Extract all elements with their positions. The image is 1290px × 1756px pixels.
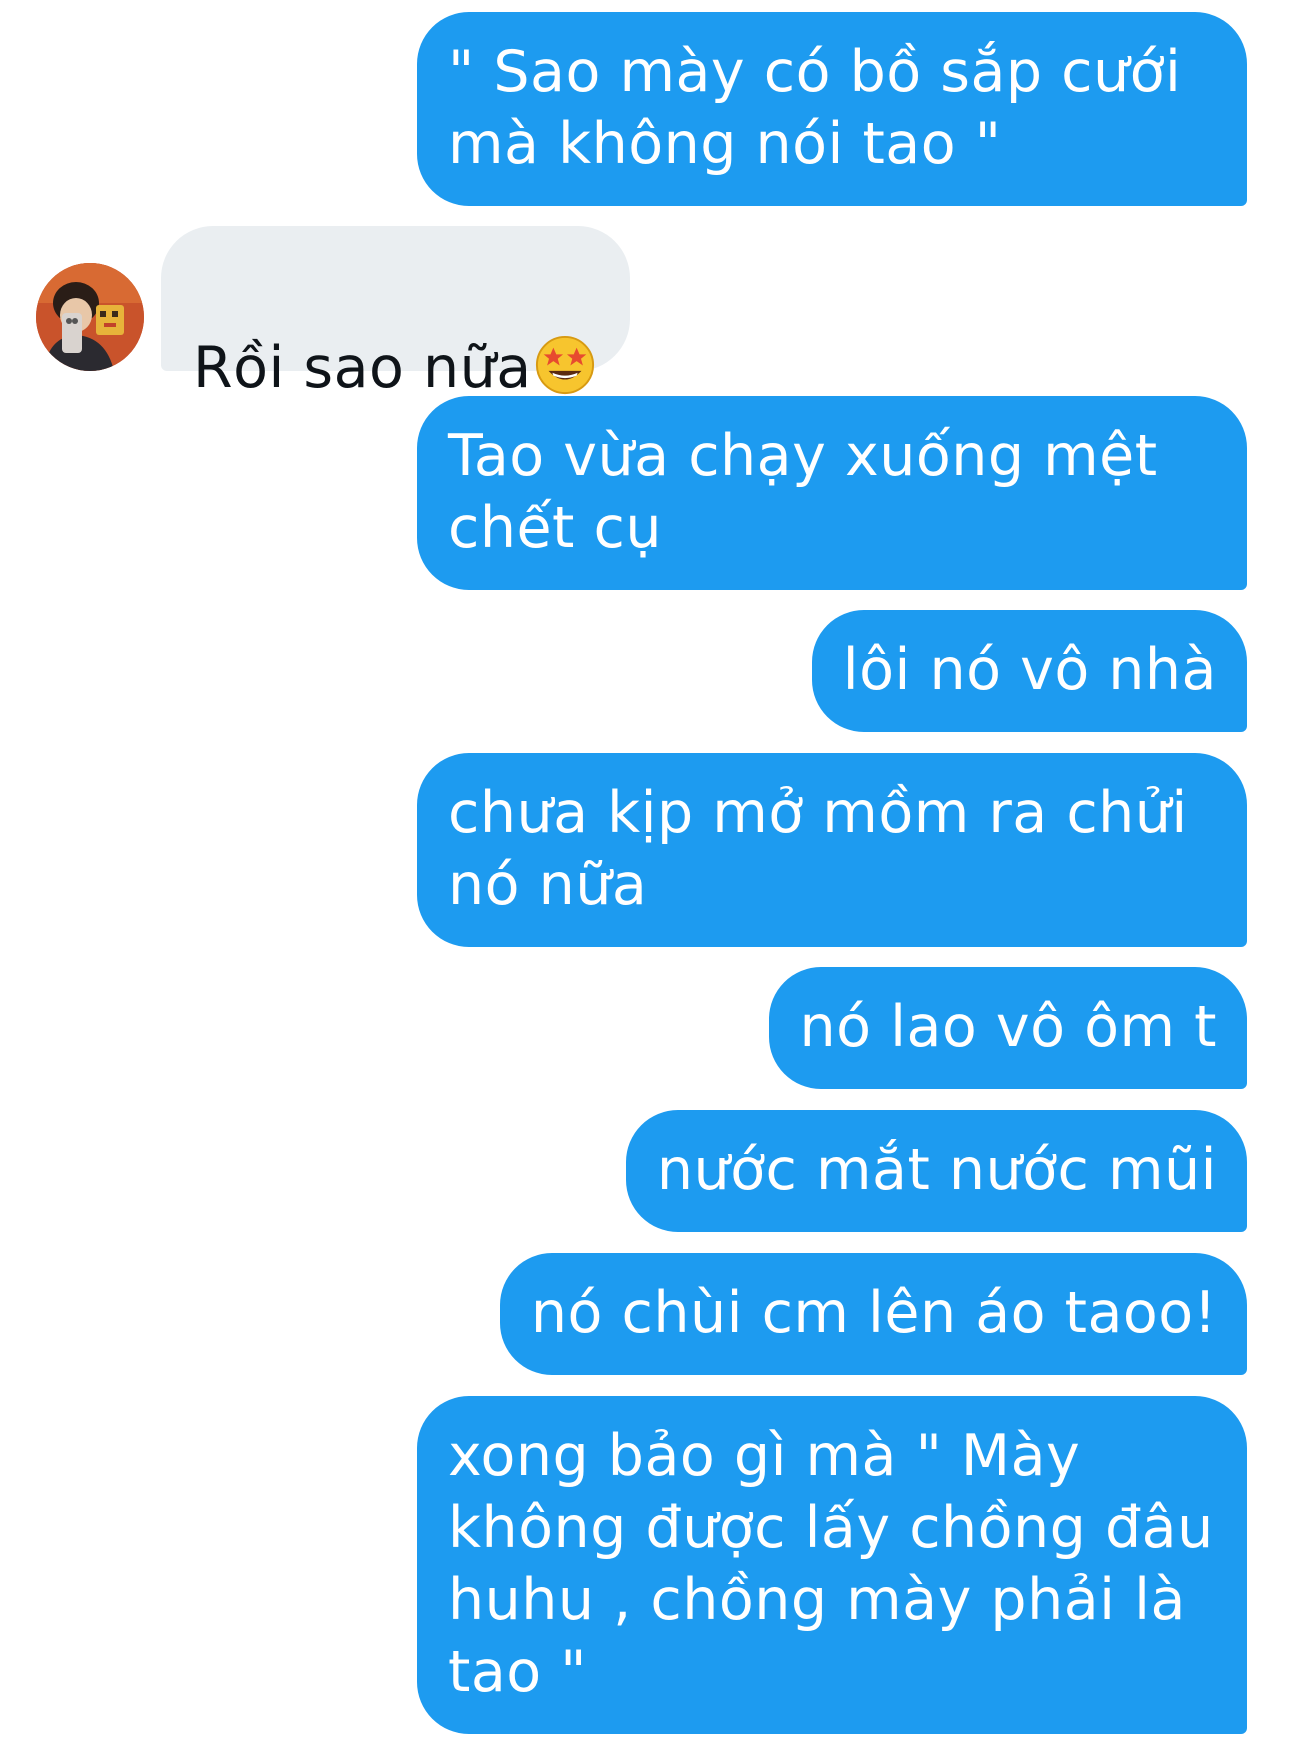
message-bubble-outgoing[interactable]: xong bảo gì mà " Mày không được lấy chồn…	[417, 1396, 1247, 1734]
avatar[interactable]	[36, 263, 144, 371]
star-struck-emoji-icon	[535, 335, 594, 395]
message-bubble-outgoing[interactable]: Tao vừa chạy xuống mệt chết cụ	[417, 396, 1247, 590]
message-bubble-outgoing[interactable]: nó chùi cm lên áo taoo!	[499, 1253, 1247, 1375]
message-bubble-outgoing[interactable]: nước mắt nước mũi	[625, 1110, 1247, 1232]
message-bubble-outgoing[interactable]: " Sao mày có bồ sắp cưới mà không nói ta…	[417, 12, 1247, 206]
message-bubble-incoming[interactable]: Rồi sao nữa	[161, 226, 630, 401]
message-bubble-outgoing[interactable]: lôi nó vô nhà	[811, 610, 1247, 732]
avatar-photo	[36, 263, 144, 371]
message-bubble-outgoing[interactable]: nó lao vô ôm t	[768, 967, 1247, 1089]
message-bubble-outgoing[interactable]: chưa kịp mở mồm ra chửi nó nữa	[417, 753, 1247, 947]
message-text: Rồi sao nữa	[193, 335, 532, 401]
